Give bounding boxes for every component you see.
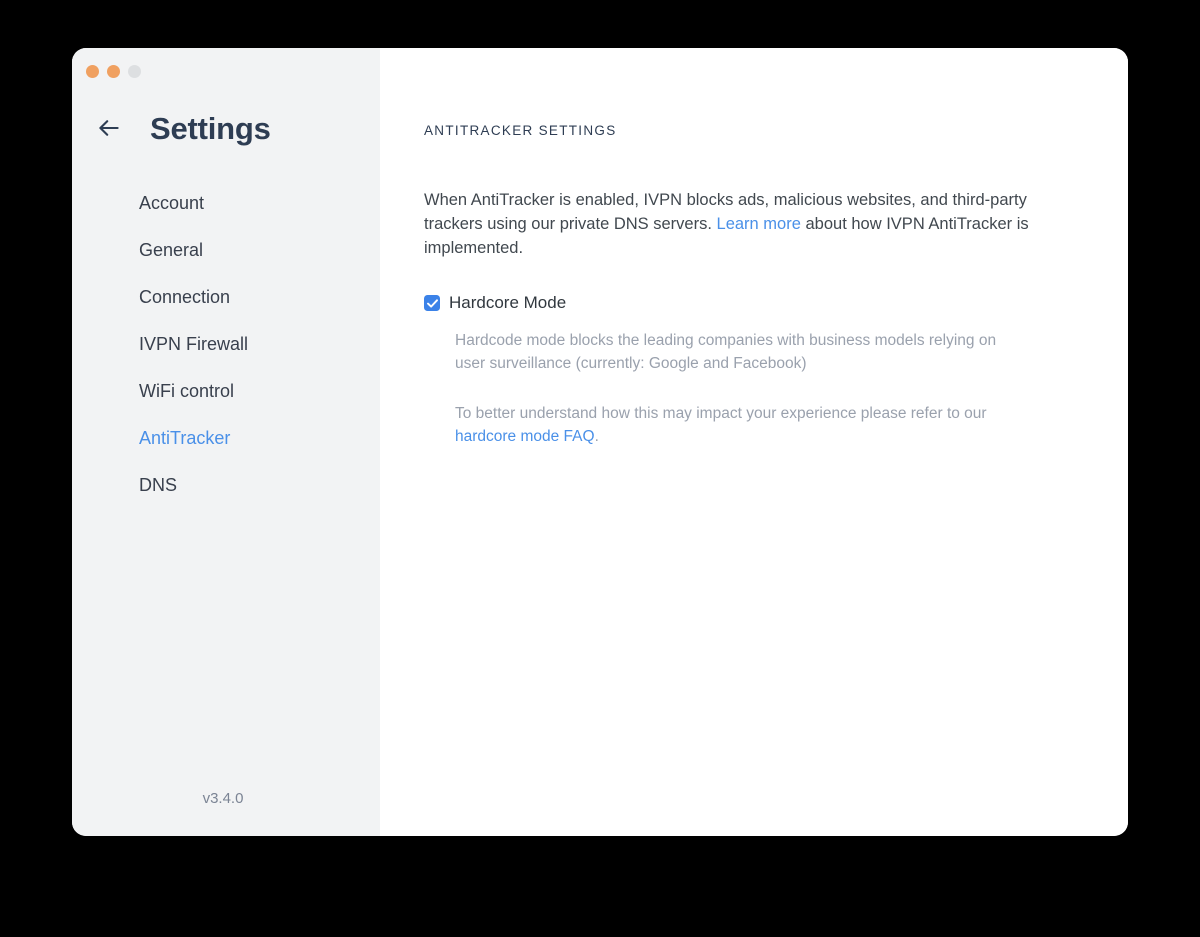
page-title: Settings xyxy=(150,110,271,146)
sidebar-item-account[interactable]: Account xyxy=(72,180,380,227)
antitracker-description: When AntiTracker is enabled, IVPN blocks… xyxy=(424,188,1044,260)
hardcore-mode-faq-link[interactable]: hardcore mode FAQ xyxy=(455,428,595,445)
app-version: v3.4.0 xyxy=(202,790,244,807)
sidebar-nav: Account General Connection IVPN Firewall… xyxy=(72,180,380,509)
maximize-button[interactable] xyxy=(128,65,141,78)
window-controls xyxy=(72,48,380,82)
close-button[interactable] xyxy=(86,65,99,78)
check-icon xyxy=(426,298,438,308)
hardcore-mode-faq-note: To better understand how this may impact… xyxy=(455,402,1030,448)
sidebar-item-antitracker[interactable]: AntiTracker xyxy=(72,415,380,462)
hardcore-mode-note: Hardcode mode blocks the leading compani… xyxy=(455,332,997,372)
content-panel: ANTITRACKER SETTINGS When AntiTracker is… xyxy=(380,48,1128,836)
sidebar-item-ivpn-firewall[interactable]: IVPN Firewall xyxy=(72,321,380,368)
sidebar-item-wifi-control[interactable]: WiFi control xyxy=(72,368,380,415)
section-heading: ANTITRACKER SETTINGS xyxy=(424,123,617,138)
faq-note-part1: To better understand how this may impact… xyxy=(455,405,987,422)
settings-window: Settings Account General Connection IVPN… xyxy=(72,48,1128,836)
sidebar-header: Settings xyxy=(72,82,380,144)
hardcore-mode-details: Hardcode mode blocks the leading compani… xyxy=(455,329,1128,448)
arrow-left-icon[interactable] xyxy=(96,115,122,141)
learn-more-link[interactable]: Learn more xyxy=(717,215,801,233)
minimize-button[interactable] xyxy=(107,65,120,78)
desktop-background: Settings Account General Connection IVPN… xyxy=(0,0,1200,937)
sidebar: Settings Account General Connection IVPN… xyxy=(72,48,380,836)
hardcore-mode-row: Hardcore Mode xyxy=(424,293,1128,313)
sidebar-item-connection[interactable]: Connection xyxy=(72,274,380,321)
hardcore-mode-label[interactable]: Hardcore Mode xyxy=(449,293,566,313)
sidebar-item-dns[interactable]: DNS xyxy=(72,462,380,509)
sidebar-item-general[interactable]: General xyxy=(72,227,380,274)
faq-note-part2: . xyxy=(594,428,599,445)
hardcore-mode-checkbox[interactable] xyxy=(424,295,440,311)
